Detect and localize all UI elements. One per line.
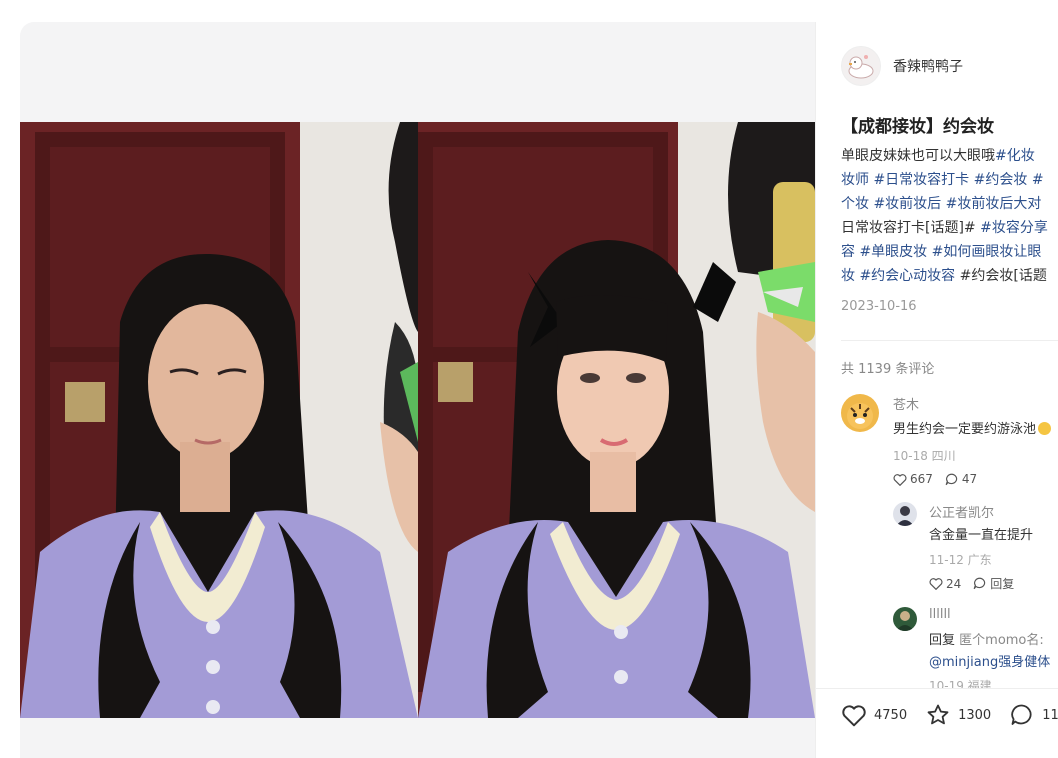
comment-button[interactable]: 1139 (1009, 703, 1058, 727)
hashtag-link[interactable]: #妆前妆后 (873, 196, 941, 212)
duck-avatar-icon (848, 55, 874, 79)
description-text: 单眼皮妹妹也可以大眼哦 (841, 148, 995, 164)
hashtag-link[interactable]: #妆容分享 (980, 220, 1048, 236)
comment-item: 苍木 男生约会一定要约游泳池 10-18 四川 667 47 (841, 394, 1058, 486)
description-text: 日常妆容打卡[话题]# (841, 220, 976, 236)
commenter-name[interactable]: 公正者凯尔 (929, 502, 994, 521)
hashtag-link[interactable]: #单眼皮妆 (859, 244, 927, 260)
commenter-avatar[interactable] (893, 607, 917, 631)
commenter-name[interactable]: 苍木 (893, 394, 919, 413)
commenter-avatar[interactable] (893, 502, 917, 526)
hashtag-link[interactable]: 妆 (841, 268, 855, 284)
comment-like-button[interactable]: 667 (893, 472, 933, 486)
heart-icon (929, 578, 943, 590)
description-line: 日常妆容打卡[话题]# #妆容分享 (841, 216, 1058, 240)
laugh-emoji-icon (1038, 422, 1052, 435)
description-line: 容 #单眼皮妆 #如何画眼妆让眼 (841, 240, 1058, 264)
comment-like-count: 24 (946, 576, 962, 591)
portrait-avatar-icon (893, 607, 917, 631)
hashtag-link[interactable]: #妆前妆后大对 (946, 196, 1042, 212)
comment-reply-label: 回复 (990, 577, 1015, 591)
author-name[interactable]: 香辣鸭鸭子 (893, 56, 963, 76)
note-title: 【成都接妆】约会妆 (841, 117, 994, 137)
mention-link[interactable]: @minjiang强身健体 (929, 651, 1050, 670)
description-line: 妆 #约会心动妆容 #约会妆[话题 (841, 264, 1058, 288)
hashtag-link[interactable]: #约会心动妆容 (859, 268, 955, 284)
description-line: 妆师 #日常妆容打卡 #约会妆 # (841, 168, 1058, 192)
description-line: 个妆 #妆前妆后 #妆前妆后大对 (841, 192, 1058, 216)
chat-bubble-icon (1011, 704, 1032, 725)
comment-reply-button[interactable]: 回复 (973, 575, 1014, 592)
divider (841, 340, 1058, 341)
chat-bubble-icon (973, 577, 986, 590)
hashtag-link[interactable]: #日常妆容打卡 (873, 172, 969, 188)
tiger-avatar-icon (841, 394, 879, 432)
comment-actions: 667 47 (893, 472, 977, 486)
like-button[interactable]: 4750 (841, 703, 907, 727)
reply-prefix: 回复 (929, 633, 956, 648)
comment-actions: 24 回复 (929, 575, 1014, 592)
comment-text-body: 男生约会一定要约游泳池 (893, 422, 1037, 437)
star-icon (927, 704, 949, 725)
hashtag-link[interactable]: 个妆 (841, 196, 869, 212)
comment-count: 共 1139 条评论 (841, 362, 935, 377)
description-text: #约会妆[话题 (959, 268, 1047, 284)
engagement-bar: 4750 1300 1139 (816, 688, 1058, 758)
comment-text: 含金量一直在提升 (929, 528, 1034, 543)
comment-text: 回复 匿个momo名: (929, 629, 1044, 648)
hashtag-link[interactable]: #化妆 (995, 148, 1035, 164)
reply-target[interactable]: 匿个momo名: (959, 633, 1044, 648)
author-info[interactable]: 香辣鸭鸭子 (841, 44, 963, 88)
heart-icon (893, 473, 907, 486)
collect-count: 1300 (958, 707, 992, 723)
hashtag-link[interactable]: #如何画眼妆让眼 (932, 244, 1042, 260)
engagement-actions: 4750 1300 1139 (841, 703, 1058, 727)
comment-like-count: 667 (910, 472, 933, 486)
hashtag-link[interactable]: 妆师 (841, 172, 869, 188)
heart-icon (842, 705, 866, 727)
commenter-avatar[interactable] (841, 394, 879, 432)
note-date: 2023-10-16 (841, 299, 917, 314)
author-avatar[interactable] (841, 46, 881, 86)
commenter-name[interactable]: llllll (929, 607, 951, 622)
chat-bubble-icon (945, 473, 958, 485)
reply-item: llllll 回复 匿个momo名: @minjiang强身健体 10-19 福… (893, 607, 1058, 693)
like-count: 4750 (874, 707, 908, 723)
hashtag-link[interactable]: # (1027, 172, 1044, 188)
comment-total: 1139 (1042, 707, 1058, 723)
hashtag-link[interactable]: #约会妆 (974, 172, 1028, 188)
comment-meta: 11-12 广东 (929, 553, 992, 567)
portrait-avatar-icon (893, 502, 917, 526)
note-description: 单眼皮妹妹也可以大眼哦#化妆 妆师 #日常妆容打卡 #约会妆 # 个妆 #妆前妆后 … (841, 144, 1058, 288)
hashtag-link[interactable]: 容 (841, 244, 855, 260)
description-line: 单眼皮妹妹也可以大眼哦#化妆 (841, 144, 1058, 168)
note-sidebar: 香辣鸭鸭子 【成都接妆】约会妆 单眼皮妹妹也可以大眼哦#化妆 妆师 #日常妆容打卡… (815, 22, 1058, 758)
comment-reply-button[interactable]: 47 (945, 472, 977, 486)
before-photo (20, 122, 418, 718)
reply-item: 公正者凯尔 含金量一直在提升 11-12 广东 24 回复 (893, 502, 1058, 591)
comment-like-button[interactable]: 24 (929, 577, 961, 591)
collect-button[interactable]: 1300 (925, 703, 991, 727)
comment-reply-count: 47 (961, 472, 978, 486)
after-photo (418, 122, 815, 718)
note-image[interactable] (20, 122, 815, 718)
comment-text: 男生约会一定要约游泳池 (893, 418, 1052, 437)
media-stage (20, 22, 815, 758)
comment-meta: 10-18 四川 (893, 449, 956, 463)
